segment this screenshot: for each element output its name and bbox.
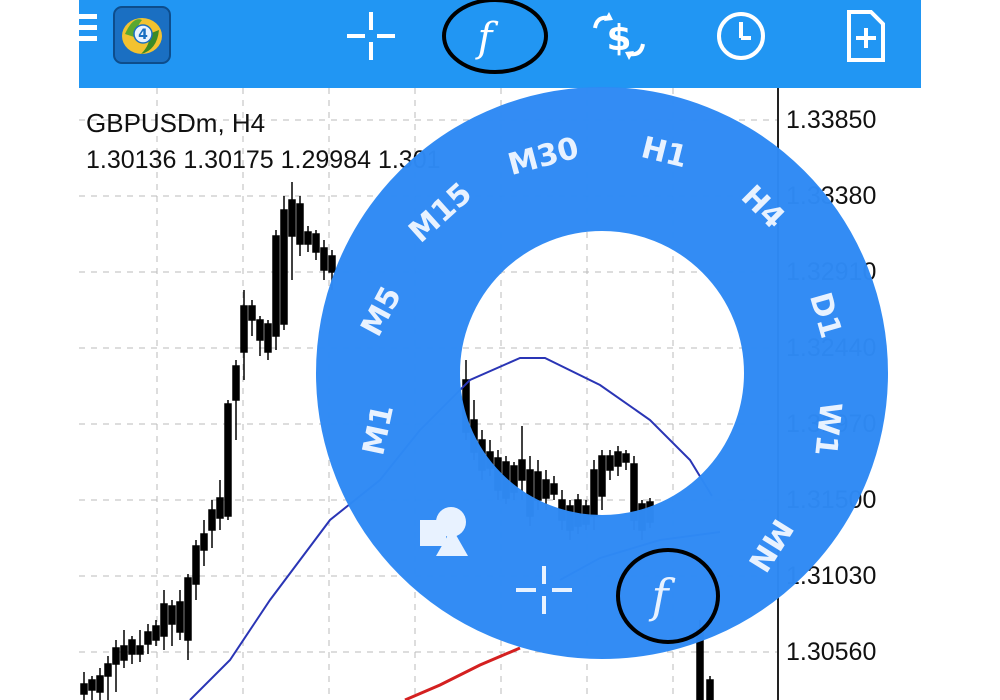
candlestick (328, 255, 336, 273)
candlestick (630, 463, 638, 521)
candlestick (144, 631, 152, 645)
clock-icon[interactable] (713, 8, 769, 64)
candlestick (88, 679, 96, 691)
timeframe-w1[interactable]: W1 (807, 400, 847, 457)
candlestick (566, 505, 574, 531)
candlestick (120, 645, 128, 661)
candlestick (112, 647, 120, 665)
candlestick (280, 209, 288, 325)
candlestick (526, 469, 534, 517)
candlestick (256, 319, 264, 341)
candlestick (128, 639, 136, 655)
price-label: 1.32910 (786, 258, 877, 286)
chart-ohlc-values: 1.30136 1.30175 1.29984 1.301 (86, 146, 441, 174)
price-label: 1.31030 (786, 562, 877, 590)
candlestick (136, 645, 144, 655)
candlestick (304, 231, 312, 245)
candlestick (152, 625, 160, 641)
candlestick (486, 451, 494, 469)
candlestick (696, 629, 704, 700)
svg-text:4: 4 (138, 27, 148, 43)
candlestick (80, 683, 88, 695)
candlestick (590, 469, 598, 517)
candlestick (614, 451, 622, 467)
candlestick (160, 603, 168, 637)
candlestick (534, 471, 542, 501)
candlestick (312, 233, 320, 253)
candlestick (168, 605, 176, 625)
candlestick (574, 499, 582, 527)
new-order-icon[interactable] (837, 8, 893, 64)
candlestick (248, 305, 256, 321)
annotation-circle (442, 0, 548, 74)
candlestick (200, 533, 208, 551)
candlestick (320, 247, 328, 271)
crosshair-icon[interactable] (343, 8, 399, 64)
candlestick (502, 461, 510, 499)
candlestick (550, 483, 558, 495)
candlestick (606, 455, 614, 471)
metatrader-logo-icon[interactable]: 4 (113, 6, 171, 64)
candlestick (96, 675, 104, 693)
candlestick (296, 203, 304, 245)
price-chart[interactable] (79, 88, 1000, 700)
candlestick (184, 577, 192, 641)
candlestick (176, 601, 184, 633)
candlestick (494, 457, 502, 491)
price-label: 1.33850 (786, 106, 877, 134)
candlestick (542, 479, 550, 499)
candlestick (232, 365, 240, 401)
price-label: 1.33380 (786, 182, 877, 210)
candlestick (104, 663, 112, 677)
price-label: 1.30560 (786, 638, 877, 666)
moving-average-slow (404, 646, 521, 700)
candlestick (622, 453, 630, 463)
candlestick (272, 235, 280, 337)
candlestick (582, 505, 590, 525)
candlesticks (80, 182, 714, 700)
candlestick (470, 419, 478, 453)
candlestick (240, 305, 248, 353)
candlestick (518, 459, 526, 481)
candlestick (646, 501, 654, 523)
candlestick (462, 379, 470, 433)
candlestick (216, 497, 224, 519)
price-label: 1.31500 (786, 486, 877, 514)
chart-symbol-title: GBPUSDm, H4 (86, 108, 266, 138)
candlestick (192, 545, 200, 585)
candlestick (510, 465, 518, 493)
candlestick (638, 503, 646, 531)
candlestick (208, 509, 216, 531)
price-label: 1.32440 (786, 334, 877, 362)
hamburger-menu-icon[interactable] (79, 14, 97, 50)
moving-average-fast-tail (559, 531, 721, 581)
candlestick (288, 199, 296, 237)
candlestick (706, 679, 714, 700)
candlestick (558, 499, 566, 521)
candlestick (264, 323, 272, 353)
candlestick (598, 455, 606, 497)
chart-grid (79, 88, 778, 700)
candlestick (224, 403, 232, 517)
candlestick (478, 439, 486, 471)
trade-dollar-icon[interactable]: $ (587, 8, 645, 64)
